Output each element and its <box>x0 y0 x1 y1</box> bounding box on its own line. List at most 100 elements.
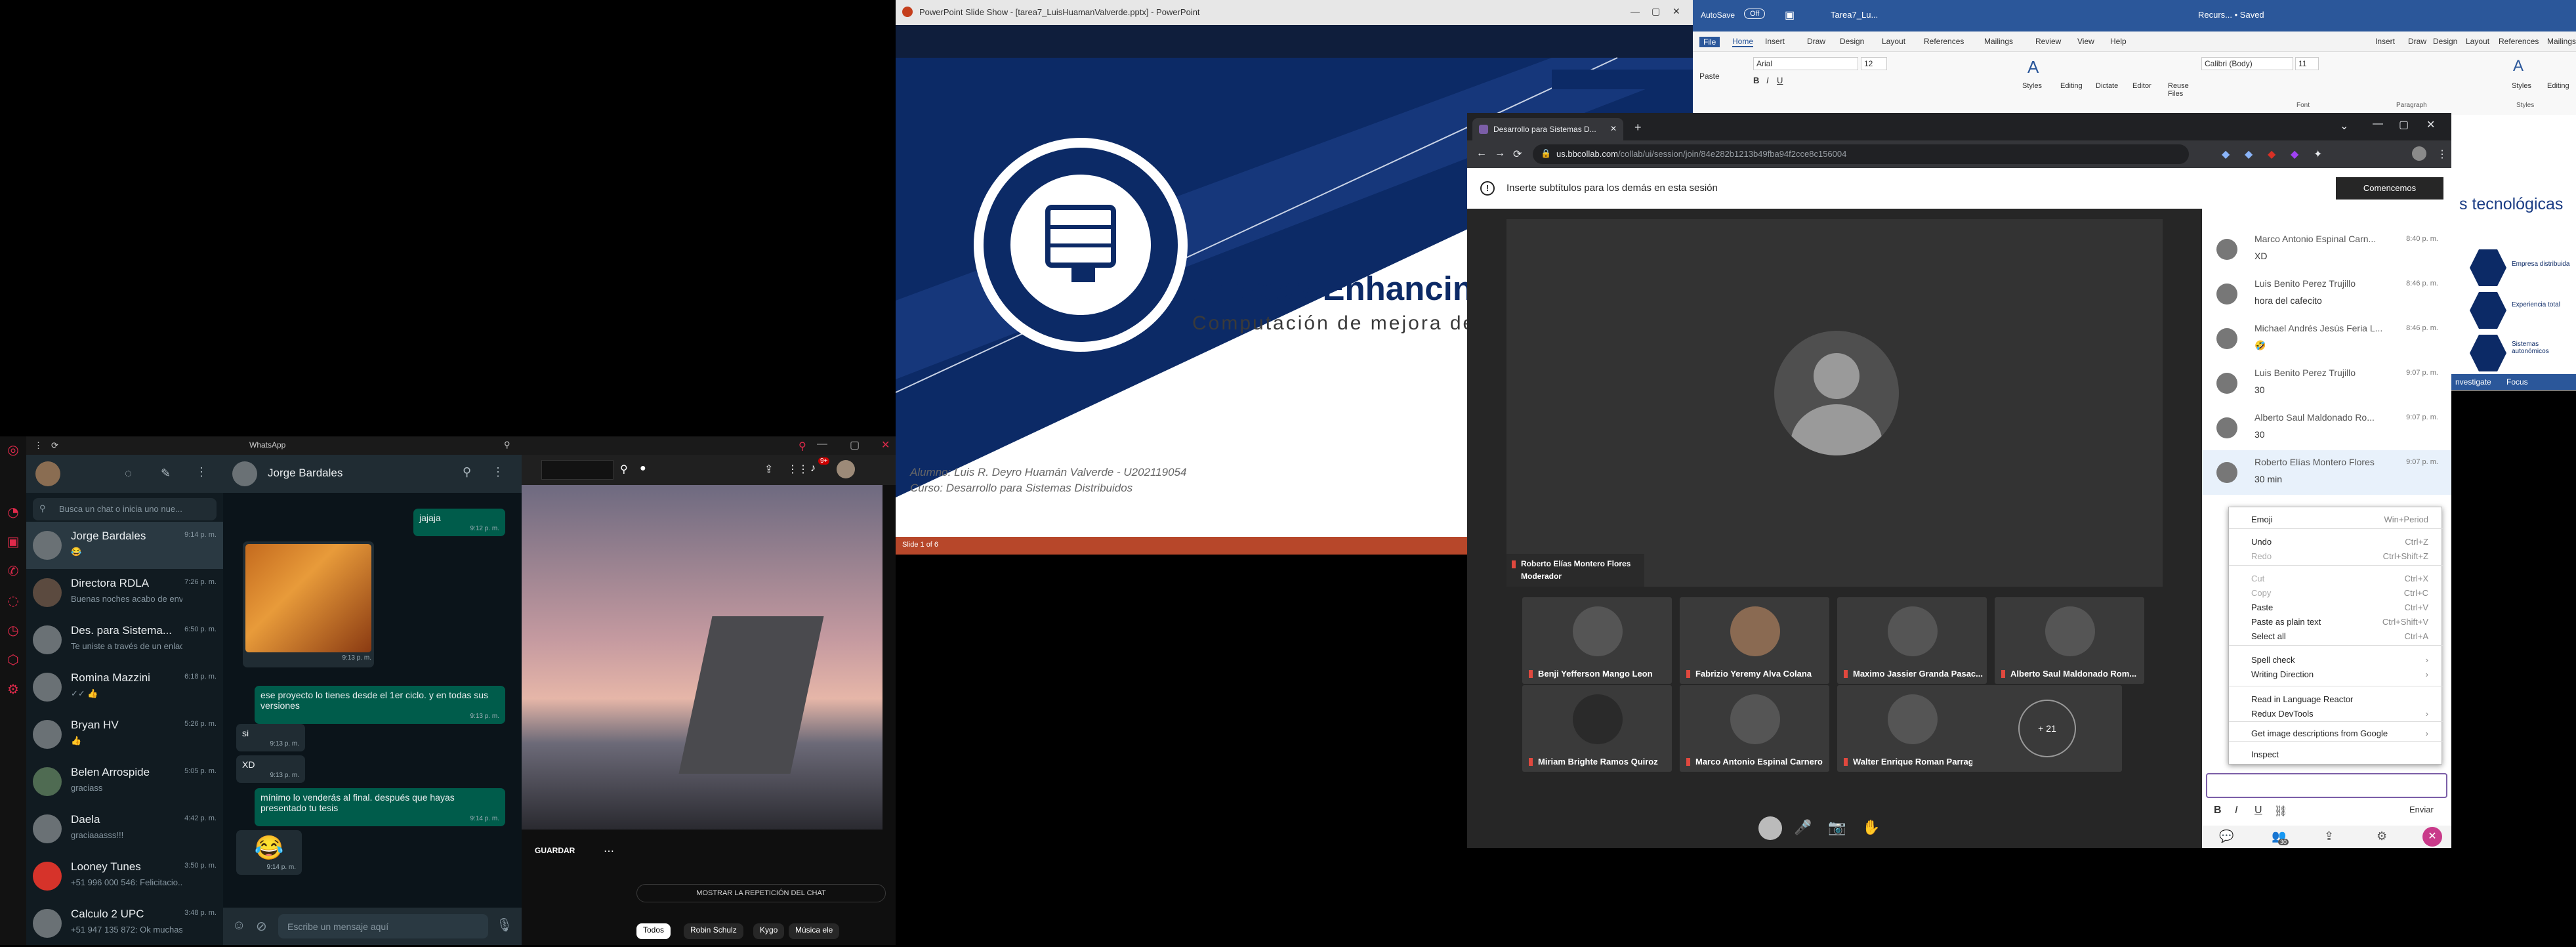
search-input[interactable] <box>541 460 613 480</box>
message-bubble[interactable]: si 9:13 p. m. <box>236 724 305 751</box>
ribbon-tab[interactable]: References <box>2499 37 2539 46</box>
back-icon[interactable]: ← <box>1476 148 1487 159</box>
forward-icon[interactable]: → <box>1495 148 1505 159</box>
pin-icon[interactable]: ⚲ <box>504 440 510 450</box>
participant-tile[interactable]: Miriam Brighte Ramos Quiroz <box>1522 685 1672 772</box>
styles-button-2[interactable]: Styles <box>2512 82 2531 90</box>
context-menu-item[interactable]: Redux DevTools › <box>2229 707 2443 721</box>
emoji-message[interactable]: 😂 9:14 p. m. <box>236 830 302 875</box>
contact-avatar[interactable] <box>232 461 257 486</box>
font-size-select-2[interactable]: 11 <box>2295 57 2319 70</box>
save-button[interactable]: GUARDAR <box>535 846 575 855</box>
participant-tile[interactable]: Marco Antonio Espinal Carnero <box>1680 685 1829 772</box>
chat-icon[interactable]: 💬 <box>2219 830 2233 843</box>
avatar[interactable] <box>837 460 855 478</box>
menu-icon[interactable]: ⋮ <box>492 465 504 479</box>
video-player[interactable] <box>522 485 883 830</box>
chat-message[interactable]: Luis Benito Perez Trujillo hora del cafec… <box>2202 272 2451 316</box>
chat-list-item[interactable]: Des. para Sistema... Te uniste a través d… <box>26 616 223 663</box>
participant-tile[interactable]: Alberto Saul Maldonado Rom... <box>1995 597 2144 684</box>
minimize-icon[interactable]: — <box>1631 6 1640 16</box>
opera-icon[interactable]: ◎ <box>0 436 26 463</box>
chat-list-item[interactable]: Calculo 2 UPC +51 947 135 872: Ok muchas 3… <box>26 900 223 947</box>
message-bubble[interactable]: jajaja 9:12 p. m. <box>413 509 505 536</box>
dictate-button[interactable]: Dictate <box>2096 82 2118 90</box>
context-menu-item[interactable]: Select all Ctrl+A <box>2229 629 2443 644</box>
chat-message[interactable]: Alberto Saul Maldonado Ro... 30 9:07 p. m. <box>2202 406 2451 450</box>
my-avatar[interactable] <box>1758 816 1782 840</box>
cube-icon[interactable]: ⬡ <box>0 646 26 673</box>
attach-icon[interactable]: ⊘ <box>256 918 267 935</box>
context-menu-item[interactable]: Writing Direction › <box>2229 667 2443 682</box>
close-panel-icon[interactable]: ✕ <box>2422 827 2442 847</box>
bag-icon[interactable]: ▣ <box>0 528 26 555</box>
more-icon[interactable]: ⋮ <box>34 440 43 451</box>
ribbon-tab[interactable]: Insert <box>2375 37 2395 46</box>
chat-replay-button[interactable]: MOSTRAR LA REPETICIÓN DEL CHAT <box>636 884 886 902</box>
styles-button[interactable]: Styles <box>2022 82 2042 90</box>
context-menu-item[interactable]: Get image descriptions from Google › <box>2229 726 2443 741</box>
editor-button[interactable]: Editor <box>2132 82 2151 90</box>
editing-button-2[interactable]: Editing <box>2547 82 2569 90</box>
settings-icon[interactable]: ⚙ <box>2377 830 2387 843</box>
message-bubble[interactable]: mínimo lo venderás al final. después que… <box>255 788 505 826</box>
link-icon[interactable]: ⛓ <box>2274 805 2287 818</box>
context-menu-item[interactable]: Cut Ctrl+X <box>2229 572 2443 586</box>
chip[interactable]: Música ele <box>789 923 840 939</box>
ribbon-tab[interactable]: Help <box>2110 37 2127 46</box>
chat-list-item[interactable]: Looney Tunes +51 996 000 546: Felicitacio… <box>26 852 223 900</box>
contact-name[interactable]: Jorge Bardales <box>268 467 343 480</box>
extension-icon[interactable]: ◆ <box>2245 148 2253 161</box>
messenger-icon[interactable]: ◌ <box>0 587 26 614</box>
chat-input[interactable] <box>2206 773 2447 798</box>
participant-tile[interactable]: Benji Yefferson Mango Leon <box>1522 597 1672 684</box>
autosave-toggle[interactable]: Off <box>1744 9 1766 19</box>
participant-tile[interactable]: Fabrizio Yeremy Alva Colana <box>1680 597 1829 684</box>
url-input[interactable]: 🔒 us.bbcollab.com/collab/ui/session/join… <box>1533 144 2189 164</box>
chat-list-item[interactable]: Directora RDLA Buenas noches acabo de env… <box>26 569 223 616</box>
new-chat-icon[interactable]: ✎ <box>161 467 171 480</box>
context-menu-item[interactable]: Spell check › <box>2229 653 2443 667</box>
extension-icon[interactable]: ◆ <box>2268 148 2275 161</box>
italic-icon[interactable]: I <box>2235 805 2237 816</box>
send-button[interactable]: Enviar <box>2409 805 2434 814</box>
message-bubble[interactable]: ese proyecto lo tienes desde el 1er cicl… <box>255 686 505 724</box>
start-captions-button[interactable]: Comencemos <box>2336 177 2443 200</box>
ribbon-tab[interactable]: Design <box>1840 37 1864 46</box>
underline-icon[interactable]: U <box>2254 805 2262 816</box>
reuse-files-button[interactable]: Reuse Files <box>2168 82 2198 98</box>
styles-icon[interactable]: A <box>2513 57 2524 75</box>
context-menu-item[interactable]: Read in Language Reactor <box>2229 692 2443 707</box>
chat-list-item[interactable]: Jorge Bardales 😂 9:14 p. m. <box>26 522 223 569</box>
participant-tile[interactable]: Maximo Jassier Granda Pasac... <box>1837 597 1987 684</box>
browser-tab[interactable]: Desarrollo para Sistemas D... ✕ <box>1472 118 1623 140</box>
maximize-icon[interactable]: ▢ <box>2399 118 2409 131</box>
extension-icon[interactable]: ◆ <box>2291 148 2298 161</box>
italic-icon[interactable]: I <box>1766 75 1769 85</box>
emoji-icon[interactable]: ☺ <box>232 918 245 933</box>
chat-message[interactable]: Roberto Elías Montero Flores 30 min 9:07 p… <box>2202 450 2451 495</box>
ribbon-tab[interactable]: Design <box>2433 37 2457 46</box>
ribbon-tab[interactable]: File <box>1699 37 1720 47</box>
message-input[interactable]: Escribe un mensaje aquí <box>278 914 488 938</box>
context-menu-item[interactable]: Emoji Win+Period <box>2229 513 2443 527</box>
chat-message[interactable]: Michael Andrés Jesús Feria L... 🤣 8:46 p. … <box>2202 316 2451 361</box>
chat-list-item[interactable]: Daela graciaaasss!!! 4:42 p. m. <box>26 805 223 852</box>
mic-off-icon[interactable]: 🎤 <box>1794 819 1812 836</box>
context-menu-item[interactable]: Undo Ctrl+Z <box>2229 535 2443 549</box>
search-icon[interactable]: ⚲ <box>463 465 471 479</box>
maximize-icon[interactable]: ▢ <box>1652 6 1660 17</box>
chat-list-item[interactable]: Romina Mazzini ✓✓ 👍 6:18 p. m. <box>26 663 223 711</box>
font-select[interactable]: Arial <box>1753 57 1858 70</box>
chat-message[interactable]: Luis Benito Perez Trujillo 30 9:07 p. m. <box>2202 361 2451 406</box>
context-menu-item[interactable]: Paste Ctrl+V <box>2229 600 2443 615</box>
whatsapp-icon[interactable]: ✆ <box>0 558 26 584</box>
search-input[interactable]: ⚲ Busca un chat o inicia uno nue... <box>33 498 217 520</box>
font-select-2[interactable]: Calibri (Body) <box>2201 57 2293 70</box>
status-icon[interactable]: ◌ <box>125 467 132 480</box>
new-tab-icon[interactable]: + <box>1634 121 1642 135</box>
close-icon[interactable]: ✕ <box>2426 118 2435 131</box>
search-icon[interactable]: ⚲ <box>620 463 628 476</box>
ribbon-tab[interactable]: Layout <box>1882 37 1905 46</box>
font-size-select[interactable]: 12 <box>1861 57 1887 70</box>
